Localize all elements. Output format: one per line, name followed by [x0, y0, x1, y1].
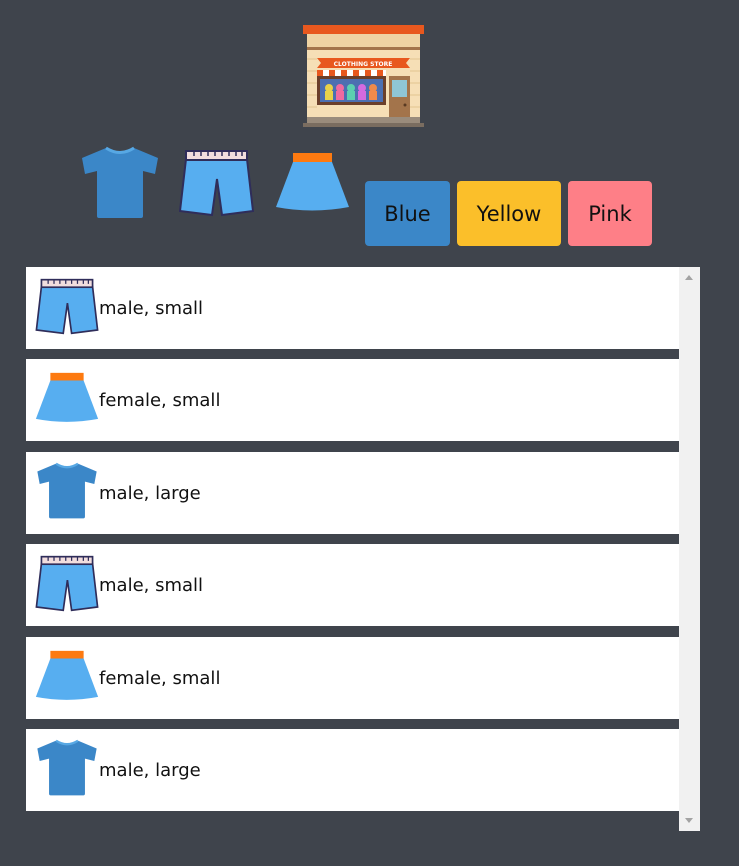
list-item[interactable]: male, large [26, 452, 679, 534]
yellow-color-button[interactable]: Yellow [457, 181, 561, 246]
scrollbar[interactable] [679, 267, 700, 831]
scroll-up-arrow-icon[interactable] [685, 275, 693, 280]
shorts-filter-icon[interactable] [178, 149, 255, 217]
skirt-icon [35, 372, 99, 428]
list-item-label: male, large [99, 482, 201, 504]
list-item-label: male, large [99, 759, 201, 781]
skirt-icon [35, 650, 99, 706]
pink-color-button[interactable]: Pink [568, 181, 652, 246]
clothing-store-logo: CLOTHING STORE [303, 25, 424, 127]
list-item[interactable]: male, small [26, 267, 679, 349]
skirt-filter-icon[interactable] [275, 152, 350, 213]
list-item[interactable]: male, small [26, 544, 679, 626]
list-item-label: female, small [99, 667, 221, 689]
blue-color-button[interactable]: Blue [365, 181, 450, 246]
list-item[interactable]: female, small [26, 637, 679, 719]
list-item-label: male, small [99, 297, 204, 319]
tshirt-icon [35, 739, 99, 801]
product-list[interactable]: male, small female, small male, large ma… [26, 267, 700, 831]
tshirt-icon [35, 462, 99, 524]
scroll-down-arrow-icon[interactable] [685, 818, 693, 823]
shorts-icon [35, 278, 99, 339]
list-item[interactable]: male, large [26, 729, 679, 811]
list-item[interactable]: female, small [26, 359, 679, 441]
list-item-label: female, small [99, 389, 221, 411]
tshirt-filter-icon[interactable] [79, 146, 161, 220]
shorts-icon [35, 555, 99, 616]
store-sign-text: CLOTHING STORE [334, 61, 393, 68]
list-item-label: male, small [99, 574, 204, 596]
